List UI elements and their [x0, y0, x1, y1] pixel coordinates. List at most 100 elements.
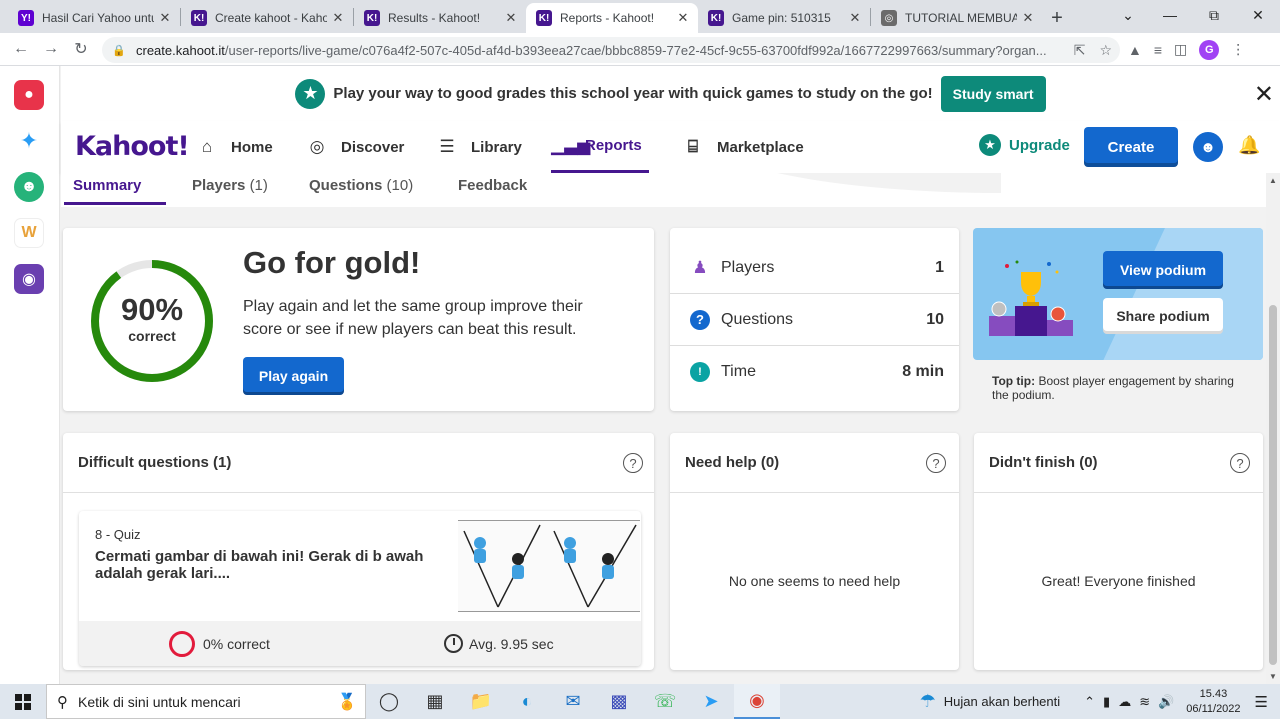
close-banner-icon[interactable]: ✕	[1254, 80, 1274, 109]
app-icon-2[interactable]: ✦	[14, 126, 44, 156]
upgrade-button[interactable]: ★ Upgrade	[979, 134, 1070, 156]
active-tab-underline	[64, 202, 166, 205]
tab-favicon-icon: K!	[364, 10, 380, 26]
nav-library[interactable]: ☰ Library	[437, 121, 521, 173]
close-window-button[interactable]: ✕	[1236, 0, 1280, 30]
tab-feedback[interactable]: Feedback	[458, 177, 527, 194]
show-hidden-icons-icon[interactable]: ⌃	[1084, 694, 1095, 710]
new-tab-icon[interactable]: +	[1043, 3, 1071, 33]
maximize-window-button[interactable]: ⧉	[1192, 0, 1236, 30]
edge-icon[interactable]: ◐	[504, 684, 550, 719]
back-arrow-icon[interactable]: ←	[6, 35, 36, 63]
nav-home[interactable]: ⌂ Home	[197, 121, 273, 173]
taskbar-search-placeholder: Ketik di sini untuk mencari	[78, 693, 241, 710]
close-tab-icon[interactable]: ✕	[331, 10, 345, 26]
help-icon[interactable]: ?	[926, 453, 946, 473]
wifi-icon[interactable]: ≋	[1139, 694, 1150, 710]
promo-text: Play your way to good grades this school…	[333, 85, 933, 102]
browser-tab[interactable]: K! Reports - Kahoot! ✕	[526, 3, 698, 33]
minimize-window-button[interactable]: —	[1148, 0, 1192, 30]
stat-value: 10	[926, 310, 944, 328]
question-correct: 0% correct	[203, 635, 270, 652]
tab-favicon-icon: K!	[536, 10, 552, 26]
scroll-up-arrow-icon[interactable]: ▲	[1266, 176, 1280, 185]
tab-questions[interactable]: Questions (10)	[309, 177, 413, 194]
code-editor-icon[interactable]: ▩	[596, 684, 642, 719]
volume-icon[interactable]: 🔊	[1158, 694, 1174, 710]
browser-tab[interactable]: K! Results - Kahoot! ✕	[354, 3, 526, 33]
close-tab-icon[interactable]: ✕	[848, 10, 862, 26]
taskbar-search-box[interactable]: ⚲ Ketik di sini untuk mencari 🏅	[46, 684, 366, 719]
browser-tab[interactable]: K! Create kahoot - Kahoot! ✕	[181, 3, 353, 33]
podium-trophy-illustration	[989, 260, 1073, 336]
user-avatar[interactable]: ☻	[1193, 132, 1223, 162]
app-sidebar: ● ✦ ☻ W ◉	[0, 66, 60, 684]
tab-summary[interactable]: Summary	[73, 177, 141, 194]
share-icon[interactable]: ⇱	[1074, 42, 1086, 59]
nav-marketplace[interactable]: ⌸ Marketplace	[683, 121, 804, 173]
reload-icon[interactable]: ↻	[66, 35, 96, 63]
app-icon-4[interactable]: W	[14, 218, 44, 248]
cortana-icon[interactable]: ◯	[366, 684, 412, 719]
battery-icon[interactable]: ▮	[1103, 694, 1110, 710]
address-bar[interactable]: 🔒 create.kahoot.it /user-reports/live-ga…	[102, 37, 1120, 63]
nav-discover-icon: ◎	[309, 137, 325, 156]
forward-arrow-icon[interactable]: →	[36, 35, 66, 63]
close-tab-icon[interactable]: ✕	[1021, 10, 1035, 26]
profile-avatar[interactable]: G	[1199, 39, 1220, 60]
browser-menu-icon[interactable]: ⋮	[1231, 41, 1245, 58]
whatsapp-icon[interactable]: ☏	[642, 684, 688, 719]
telegram-icon[interactable]: ➤	[688, 684, 734, 719]
bell-icon[interactable]: 🔔	[1238, 135, 1260, 156]
task-view-icon[interactable]: ▦	[412, 684, 458, 719]
chrome-icon[interactable]: ◉	[734, 684, 780, 719]
mail-icon[interactable]: ✉	[550, 684, 596, 719]
file-explorer-icon[interactable]: 📁	[458, 684, 504, 719]
tab-favicon-icon: ◎	[881, 10, 897, 26]
close-tab-icon[interactable]: ✕	[504, 10, 518, 26]
taskbar-clock[interactable]: 15.43 06/11/2022	[1186, 687, 1240, 717]
close-tab-icon[interactable]: ✕	[158, 10, 172, 26]
stat-value: 1	[935, 258, 944, 276]
nav-reports[interactable]: ▁▃▅ Reports	[551, 121, 649, 173]
browser-tab[interactable]: Y! Hasil Cari Yahoo untuk ✕	[8, 3, 180, 33]
weather-text[interactable]: Hujan akan berhenti	[944, 694, 1060, 709]
side-panel-icon[interactable]: ◫	[1174, 41, 1187, 58]
app-icon-3[interactable]: ☻	[14, 172, 44, 202]
tab-favicon-icon: K!	[191, 10, 207, 26]
browser-tab[interactable]: K! Game pin: 510315 ✕	[698, 3, 870, 33]
app-icon-1[interactable]: ●	[14, 80, 44, 110]
tab-players[interactable]: Players (1)	[192, 177, 268, 194]
view-podium-button[interactable]: View podium	[1103, 251, 1223, 289]
app-icon-5[interactable]: ◉	[14, 264, 44, 294]
help-icon[interactable]: ?	[623, 453, 643, 473]
scrollbar-thumb[interactable]	[1269, 305, 1277, 665]
share-podium-button[interactable]: Share podium	[1103, 298, 1223, 334]
play-again-button[interactable]: Play again	[243, 357, 344, 395]
help-icon[interactable]: ?	[1230, 453, 1250, 473]
extensions-puzzle-icon[interactable]: ▲	[1128, 42, 1142, 58]
tab-title: Create kahoot - Kahoot!	[215, 11, 327, 25]
need-help-message: No one seems to need help	[728, 573, 901, 589]
start-button[interactable]	[0, 684, 46, 719]
study-smart-button[interactable]: Study smart	[940, 75, 1046, 112]
difficult-question-item[interactable]: 8 - Quiz Cermati gambar di bawah ini! Ge…	[79, 511, 641, 666]
nav-discover[interactable]: ◎ Discover	[307, 121, 405, 173]
tab-search-chevron-icon[interactable]: ⌄	[1106, 0, 1150, 30]
network-icon[interactable]: ☁	[1118, 694, 1131, 710]
kahoot-logo[interactable]: Kahoot!	[75, 131, 190, 162]
browser-tab[interactable]: ◎ TUTORIAL MEMBUAT ✕	[871, 3, 1043, 33]
page-scrollbar[interactable]: ▲ ▼	[1266, 173, 1280, 684]
report-tabs: Summary Players (1) Questions (10) Feedb…	[61, 173, 1266, 207]
scroll-down-arrow-icon[interactable]: ▼	[1266, 672, 1280, 681]
create-button[interactable]: Create	[1084, 127, 1178, 167]
close-tab-icon[interactable]: ✕	[676, 10, 690, 26]
upgrade-label: Upgrade	[1009, 136, 1070, 154]
stat-questions: ? Questions 10	[670, 294, 959, 346]
notifications-icon[interactable]: ☰	[1255, 693, 1268, 711]
question-text: Cermati gambar di bawah ini! Gerak di b …	[95, 548, 424, 582]
bookmark-star-icon[interactable]: ☆	[1099, 42, 1112, 59]
summary-title: Go for gold!	[243, 245, 421, 280]
reading-list-icon[interactable]: ≡	[1154, 42, 1162, 58]
tab-label: Feedback	[458, 177, 528, 194]
